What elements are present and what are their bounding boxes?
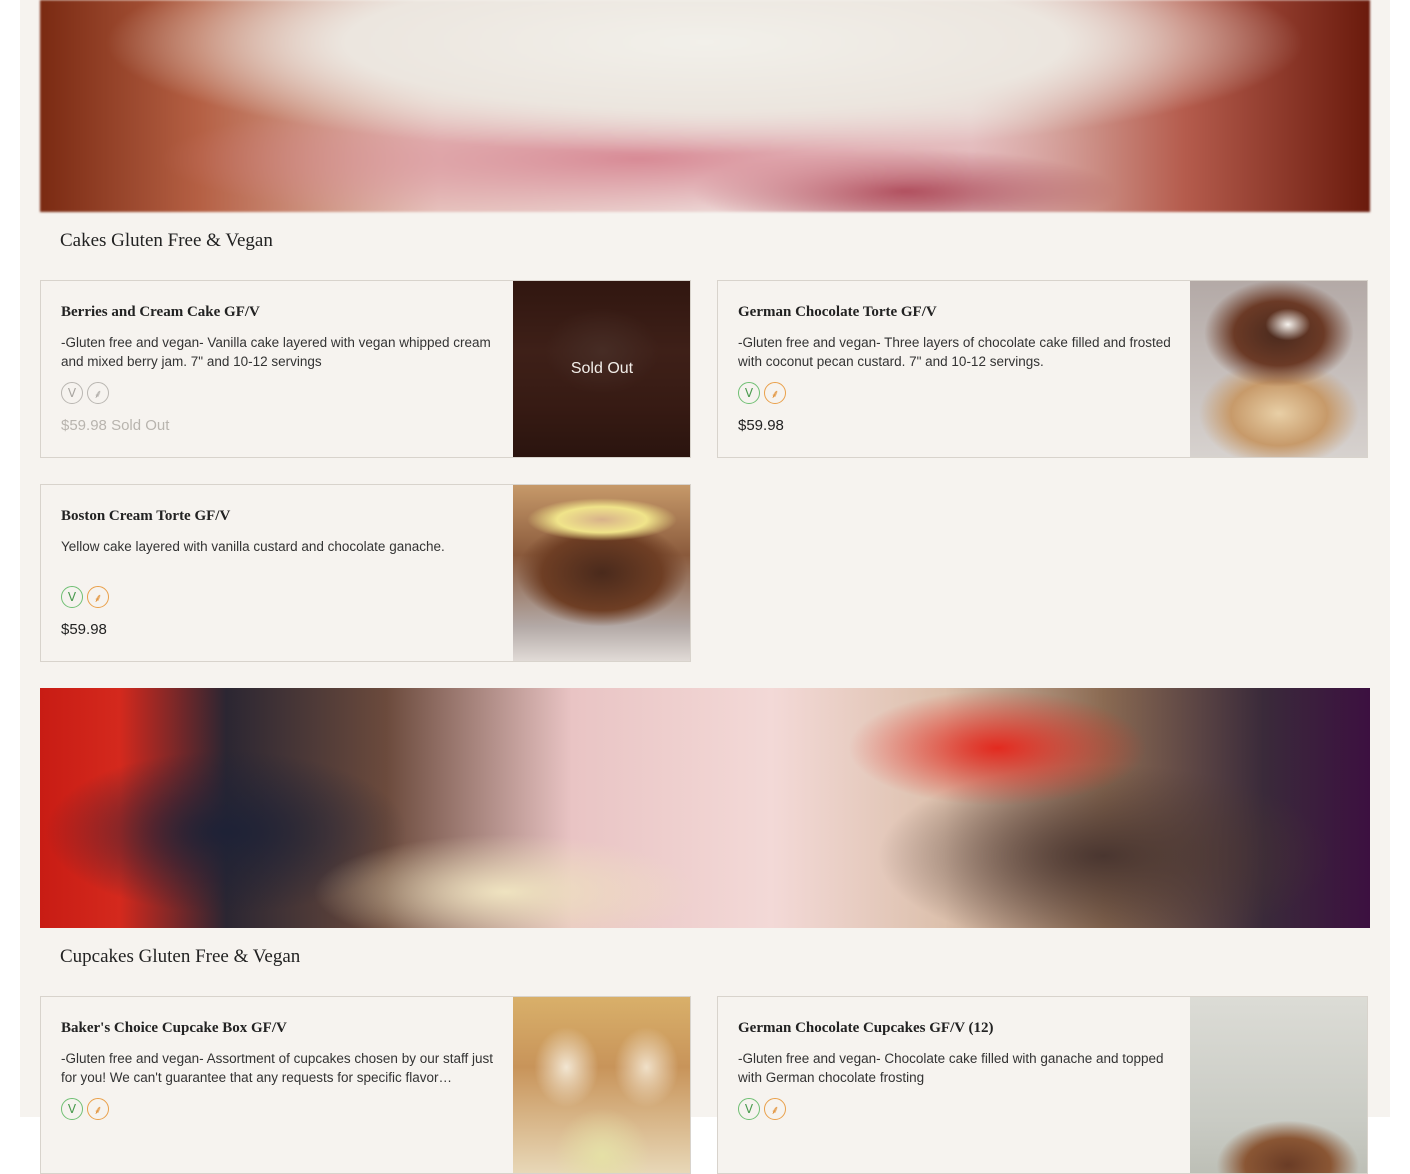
menu-item-german-chocolate-torte[interactable]: German Chocolate Torte GF/V -Gluten free… xyxy=(717,280,1368,458)
dietary-badges: V ⸙ xyxy=(738,382,786,404)
item-image xyxy=(513,997,690,1173)
sold-out-overlay: Sold Out xyxy=(513,281,690,457)
vegan-icon: V xyxy=(61,586,83,608)
item-description: -Gluten free and vegan- Vanilla cake lay… xyxy=(61,335,491,369)
item-description: -Gluten free and vegan- Assortment of cu… xyxy=(61,1051,493,1085)
gluten-free-icon: ⸙ xyxy=(87,382,109,404)
item-description: -Gluten free and vegan- Chocolate cake f… xyxy=(738,1051,1164,1085)
item-price: $59.98 Sold Out xyxy=(61,417,169,434)
menu-page: Cakes Gluten Free & Vegan Berries and Cr… xyxy=(20,0,1390,1174)
menu-item-german-chocolate-cupcakes[interactable]: German Chocolate Cupcakes GF/V (12) -Glu… xyxy=(717,996,1368,1174)
item-description: -Gluten free and vegan- Three layers of … xyxy=(738,335,1171,369)
price-value: $59.98 xyxy=(61,417,107,434)
section-title-cupcakes: Cupcakes Gluten Free & Vegan xyxy=(60,946,301,967)
item-name: Baker's Choice Cupcake Box GF/V xyxy=(61,1020,287,1036)
sold-out-label: Sold Out xyxy=(111,417,170,434)
menu-item-boston-cream-torte[interactable]: Boston Cream Torte GF/V Yellow cake laye… xyxy=(40,484,691,662)
cakes-banner-image xyxy=(40,0,1370,212)
dietary-badges: V ⸙ xyxy=(61,382,109,404)
item-image: Sold Out xyxy=(513,281,690,457)
gluten-free-icon: ⸙ xyxy=(87,586,109,608)
menu-item-bakers-choice-cupcake-box[interactable]: Baker's Choice Cupcake Box GF/V -Gluten … xyxy=(40,996,691,1174)
item-name: Berries and Cream Cake GF/V xyxy=(61,304,260,320)
item-image xyxy=(1190,997,1367,1173)
item-description: Yellow cake layered with vanilla custard… xyxy=(61,539,445,554)
cupcakes-banner-image xyxy=(40,688,1370,928)
vegan-icon: V xyxy=(61,382,83,404)
item-price: $59.98 xyxy=(738,417,784,434)
item-price: $59.98 xyxy=(61,621,107,638)
item-name: German Chocolate Torte GF/V xyxy=(738,304,937,320)
item-name: Boston Cream Torte GF/V xyxy=(61,508,231,524)
item-image xyxy=(1190,281,1367,457)
section-title-cakes: Cakes Gluten Free & Vegan xyxy=(60,230,273,251)
vegan-icon: V xyxy=(738,382,760,404)
dietary-badges: V ⸙ xyxy=(61,586,109,608)
item-image xyxy=(513,485,690,661)
menu-item-berries-cream-cake[interactable]: Berries and Cream Cake GF/V -Gluten free… xyxy=(40,280,691,458)
item-name: German Chocolate Cupcakes GF/V (12) xyxy=(738,1020,994,1036)
gluten-free-icon: ⸙ xyxy=(764,382,786,404)
